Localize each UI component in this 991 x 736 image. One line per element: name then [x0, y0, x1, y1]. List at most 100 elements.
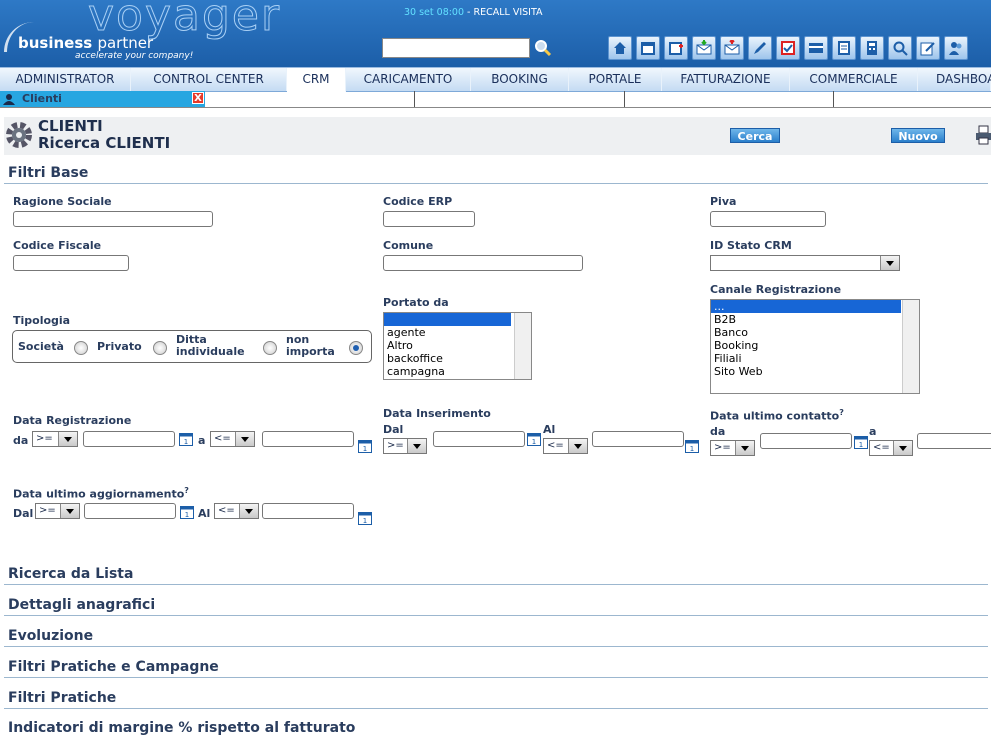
operator-select[interactable]: <= [869, 440, 913, 456]
section-filtri-base[interactable]: Filtri Base [8, 165, 88, 181]
nav-crm[interactable]: CRM [287, 68, 346, 92]
list-option[interactable]: Banco [711, 326, 919, 339]
section-evoluzione[interactable]: Evoluzione [8, 628, 93, 644]
checklist-icon[interactable] [776, 36, 800, 60]
section-ricerca-da-lista[interactable]: Ricerca da Lista [8, 566, 133, 582]
list-option[interactable]: Filiali [711, 352, 919, 365]
calendar-icon[interactable]: 1 [358, 512, 372, 525]
calendar-add-icon[interactable] [664, 36, 688, 60]
list-option[interactable]: Booking [711, 339, 919, 352]
canale-registrazione-label: Canale Registrazione [710, 283, 842, 296]
nav-dashboard[interactable]: DASHBOA [918, 68, 991, 91]
radio-societa[interactable] [74, 341, 88, 355]
portato-da-listbox[interactable]: agente Altro backoffice campagna [383, 312, 532, 380]
list-option[interactable]: Sito Web [711, 365, 919, 378]
tab-divider [624, 91, 625, 107]
search-icon[interactable] [534, 39, 552, 57]
data-inserimento-from-input[interactable] [433, 431, 525, 447]
card-icon[interactable] [804, 36, 828, 60]
calendar-icon[interactable]: 1 [854, 436, 868, 449]
nav-caricamento[interactable]: CARICAMENTO [346, 68, 471, 91]
chevron-down-icon[interactable] [239, 504, 258, 518]
data-ultimo-contatto-to-input[interactable] [917, 433, 991, 449]
cerca-button[interactable]: Cerca [730, 128, 780, 143]
ragione-sociale-input[interactable] [13, 211, 213, 227]
pencil-icon[interactable] [748, 36, 772, 60]
scrollbar[interactable] [514, 313, 531, 379]
radio-ditta-individuale[interactable] [263, 341, 277, 355]
section-filtri-pratiche[interactable]: Filtri Pratiche [8, 690, 116, 706]
data-registrazione-from-input[interactable] [83, 431, 175, 447]
operator-select[interactable]: >= [710, 440, 755, 456]
calculator-icon[interactable] [860, 36, 884, 60]
section-filtri-pratiche-campagne[interactable]: Filtri Pratiche e Campagne [8, 659, 219, 675]
list-option[interactable]: agente [384, 326, 531, 339]
tab-clienti[interactable]: Clienti X [0, 91, 205, 107]
nav-fatturazione[interactable]: FATTURAZIONE [662, 68, 790, 91]
data-ultimo-aggiornamento-to-input[interactable] [262, 503, 354, 519]
nav-control-center[interactable]: CONTROL CENTER [131, 68, 287, 91]
global-search-input[interactable] [382, 38, 530, 58]
chevron-down-icon[interactable] [235, 432, 254, 446]
chevron-down-icon[interactable] [568, 439, 587, 453]
data-ultimo-contatto-from-input[interactable] [760, 433, 852, 449]
codice-erp-input[interactable] [383, 211, 475, 227]
printer-icon[interactable] [976, 124, 991, 146]
ragione-sociale-label: Ragione Sociale [13, 195, 112, 208]
close-tab-icon[interactable]: X [192, 92, 204, 104]
operator-select[interactable]: <= [210, 431, 255, 447]
calendar-icon[interactable]: 1 [179, 433, 193, 446]
canale-registrazione-listbox[interactable]: ... B2B Banco Booking Filiali Sito Web [710, 299, 920, 394]
calendar-icon[interactable]: 1 [685, 440, 699, 453]
radio-privato[interactable] [153, 341, 167, 355]
piva-input[interactable] [710, 211, 826, 227]
operator-select[interactable]: <= [214, 503, 259, 519]
comune-input[interactable] [383, 255, 583, 271]
list-option[interactable] [384, 313, 511, 326]
nav-booking[interactable]: BOOKING [471, 68, 569, 91]
id-stato-crm-select[interactable] [710, 255, 900, 271]
nav-commerciale[interactable]: COMMERCIALE [790, 68, 918, 91]
calendar-icon[interactable] [636, 36, 660, 60]
list-option[interactable]: ... [711, 300, 901, 313]
help-icon[interactable]: ? [184, 486, 189, 495]
chevron-down-icon[interactable] [735, 441, 754, 455]
mail-out-icon[interactable] [720, 36, 744, 60]
help-icon[interactable]: ? [839, 408, 844, 417]
chevron-down-icon[interactable] [60, 504, 79, 518]
open-tabs-bar: Clienti X [0, 91, 991, 108]
nav-portale[interactable]: PORTALE [569, 68, 662, 91]
chevron-down-icon[interactable] [893, 441, 912, 455]
chevron-down-icon[interactable] [58, 432, 77, 446]
list-option[interactable]: campagna [384, 365, 531, 378]
operator-select[interactable]: >= [35, 503, 80, 519]
users-icon[interactable] [944, 36, 968, 60]
list-icon[interactable] [832, 36, 856, 60]
operator-select[interactable]: >= [32, 431, 78, 447]
recall-notice[interactable]: 30 set 08:00 - RECALL VISITA [404, 7, 543, 18]
data-registrazione-to-input[interactable] [262, 431, 354, 447]
calendar-icon[interactable]: 1 [358, 440, 372, 453]
magnifier-icon[interactable] [888, 36, 912, 60]
section-dettagli-anagrafici[interactable]: Dettagli anagrafici [8, 597, 155, 613]
calendar-icon[interactable]: 1 [180, 506, 194, 519]
codice-fiscale-input[interactable] [13, 255, 129, 271]
nuovo-button[interactable]: Nuovo [891, 128, 945, 143]
chevron-down-icon[interactable] [880, 256, 899, 270]
data-ultimo-aggiornamento-from-input[interactable] [84, 503, 176, 519]
operator-select[interactable]: >= [383, 438, 427, 454]
data-inserimento-to-input[interactable] [592, 431, 684, 447]
calendar-icon[interactable]: 1 [527, 433, 541, 446]
list-option[interactable]: Altro [384, 339, 531, 352]
edit-note-icon[interactable] [916, 36, 940, 60]
logo-tagline: accelerate your company! [75, 51, 194, 61]
operator-select[interactable]: <= [543, 438, 588, 454]
home-icon[interactable] [608, 36, 632, 60]
list-option[interactable]: backoffice [384, 352, 531, 365]
radio-non-importa[interactable] [349, 341, 363, 355]
chevron-down-icon[interactable] [407, 439, 426, 453]
nav-administrator[interactable]: ADMINISTRATOR [0, 68, 131, 91]
list-option[interactable]: B2B [711, 313, 919, 326]
mail-in-icon[interactable] [692, 36, 716, 60]
scrollbar[interactable] [902, 300, 919, 393]
